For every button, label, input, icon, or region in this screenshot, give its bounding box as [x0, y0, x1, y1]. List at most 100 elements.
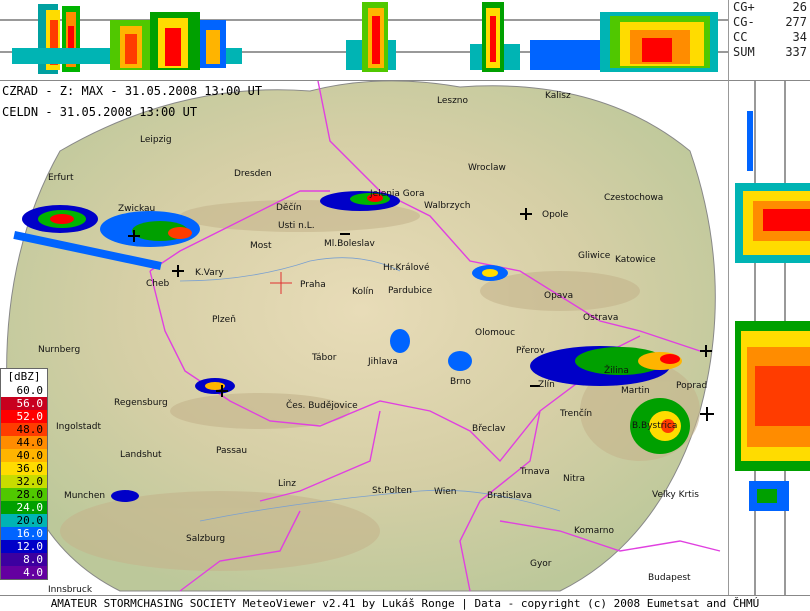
city-label: Ingolstadt	[56, 422, 102, 432]
city-label: Olomouc	[475, 328, 516, 338]
stat-label: CG+	[733, 0, 755, 14]
city-label: Zlín	[538, 380, 555, 390]
stat-value: 277	[785, 15, 807, 29]
legend-item: 12.0	[1, 540, 47, 553]
city-label: Velky Krtis	[652, 490, 699, 500]
map-header: CZRAD - Z: MAX - 31.05.2008 13:00 UT CEL…	[2, 81, 262, 123]
city-label: Landshut	[120, 450, 162, 460]
city-label: Opava	[544, 291, 574, 301]
lightning-stats: CG+ 26 CG- 277 CC 34 SUM 337	[728, 0, 810, 80]
legend-item: 20.0	[1, 514, 47, 527]
city-label: Komarno	[574, 526, 614, 536]
city-label: Ostrava	[583, 313, 619, 323]
city-label: Přerov	[516, 346, 545, 356]
city-label: Leszno	[437, 96, 469, 106]
stat-value: 337	[785, 45, 807, 59]
legend-item: 40.0	[1, 449, 47, 462]
header-line-2: CELDN - 31.05.2008 13:00 UT	[2, 105, 198, 119]
stat-row: CG- 277	[729, 15, 810, 30]
city-label: Poprad	[676, 381, 708, 391]
legend-title: [dBZ]	[7, 370, 41, 383]
city-label: Salzburg	[186, 534, 226, 544]
city-label: Trenčín	[560, 409, 593, 419]
right-profile-svg	[735, 81, 810, 596]
stat-value: 26	[792, 0, 807, 14]
top-echo-3	[346, 2, 396, 72]
legend-item: 24.0	[1, 501, 47, 514]
city-label: Čes. Budějovice	[286, 401, 358, 411]
city-label: Ml.Boleslav	[324, 239, 375, 249]
city-label: Brno	[450, 377, 471, 387]
city-label: Wroclaw	[468, 163, 506, 173]
right-echo-1	[735, 183, 810, 263]
city-label: B.Bystrica	[632, 421, 678, 431]
city-label: Jihlava	[368, 357, 398, 367]
legend-item: 60.0	[1, 384, 47, 397]
city-label: Bratislava	[487, 491, 532, 501]
city-label: Gyor	[530, 559, 552, 569]
city-label: Nitra	[563, 474, 585, 484]
stat-row: CC 34	[729, 30, 810, 45]
stat-label: CG-	[733, 15, 755, 29]
city-label: Martin	[621, 386, 650, 396]
city-label: Usti n.L.	[278, 221, 315, 231]
city-label: Budapest	[648, 573, 691, 583]
legend-item: 16.0	[1, 527, 47, 540]
city-label: Hr.Králové	[383, 263, 430, 273]
city-label: Kalisz	[545, 91, 571, 101]
right-echo-2	[735, 321, 810, 471]
city-label: Jelenia Gora	[370, 189, 425, 199]
legend-item: 56.0	[1, 397, 47, 410]
legend-item: 44.0	[1, 436, 47, 449]
top-echo-5	[530, 12, 718, 72]
legend-item: 48.0	[1, 423, 47, 436]
city-label: Tábor	[312, 353, 337, 363]
city-label: Gliwice	[578, 251, 611, 261]
legend-item: 52.0	[1, 410, 47, 423]
top-profile-svg	[0, 2, 728, 74]
legend-item: 4.0	[1, 566, 47, 579]
right-echo-4	[747, 111, 753, 171]
top-cross-section	[0, 0, 728, 80]
city-label: Passau	[216, 446, 248, 456]
city-label: Nurnberg	[38, 345, 81, 355]
city-label: Žilina	[604, 366, 629, 376]
city-label: Opole	[542, 210, 569, 220]
legend-rows: 60.0 56.0 52.0 48.0 44.0 40.0 36.0 32.0 28.0 24.0…	[1, 384, 47, 579]
city-label: Erfurt	[48, 173, 74, 183]
city-label: Innsbruck	[48, 585, 93, 595]
right-echo-3	[749, 481, 789, 511]
right-cross-section	[728, 80, 810, 596]
city-label: Wien	[434, 487, 457, 497]
dbz-legend: [dBZ] 60.0 56.0 52.0 48.0 44.0 40.0 36.0 32.0 28…	[0, 368, 48, 580]
city-label: Regensburg	[114, 398, 168, 408]
legend-item: 32.0	[1, 475, 47, 488]
legend-item: 28.0	[1, 488, 47, 501]
footer-credit: AMATEUR STORMCHASING SOCIETY MeteoViewer…	[0, 595, 810, 611]
city-label: Dresden	[234, 169, 272, 179]
city-label: Czestochowa	[604, 193, 664, 203]
city-label: Walbrzych	[424, 201, 471, 211]
city-label: Leipzig	[140, 135, 172, 145]
city-label: Kolín	[352, 287, 374, 297]
city-label: Cheb	[146, 279, 170, 289]
radar-map[interactable]: Leszno Kalisz Leipzig Dresden Erfurt Wro…	[0, 80, 728, 596]
city-label: Trnava	[520, 467, 550, 477]
city-label: Břeclav	[472, 424, 506, 434]
map-svg	[6, 80, 721, 592]
legend-item: 36.0	[1, 462, 47, 475]
top-echo-4	[470, 2, 520, 72]
city-label: Plzeň	[212, 315, 236, 325]
city-label: Praha	[300, 280, 326, 290]
stat-row: CG+ 26	[729, 0, 810, 15]
city-label: St.Polten	[372, 486, 412, 496]
city-label: Pardubice	[388, 286, 433, 296]
legend-item: 8.0	[1, 553, 47, 566]
stat-value: 34	[792, 30, 807, 44]
stat-label: CC	[733, 30, 748, 44]
city-label: K.Vary	[195, 268, 224, 278]
stat-row: SUM 337	[729, 45, 810, 60]
city-label: Děčín	[276, 203, 302, 213]
city-label: Katowice	[615, 255, 656, 265]
city-label: Linz	[278, 479, 296, 489]
